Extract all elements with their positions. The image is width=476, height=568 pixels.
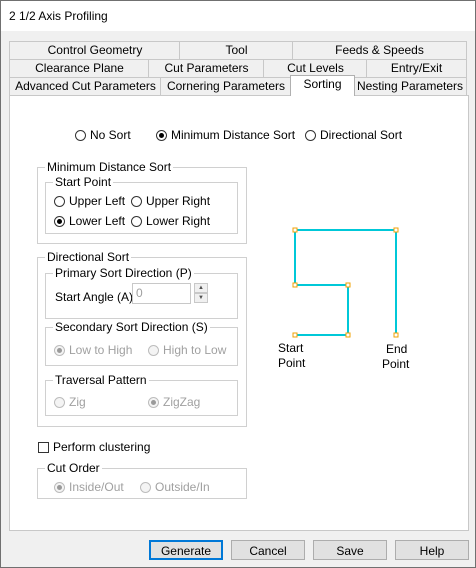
tab-nesting-parameters[interactable]: Nesting Parameters: [353, 77, 467, 95]
dialog-window: 2 1/2 Axis Profiling Control Geometry To…: [0, 0, 476, 568]
tab-tool[interactable]: Tool: [179, 41, 294, 59]
tab-advanced-cut-parameters[interactable]: Advanced Cut Parameters: [9, 77, 162, 95]
tab-cut-parameters[interactable]: Cut Parameters: [148, 59, 265, 77]
path-vertex-marker: [393, 227, 399, 233]
tab-feeds-speeds[interactable]: Feeds & Speeds: [292, 41, 467, 59]
path-vertex-marker: [292, 332, 298, 338]
tab-row-3: Advanced Cut Parameters Cornering Parame…: [9, 75, 467, 96]
save-button[interactable]: Save: [313, 540, 387, 560]
path-vertex-marker: [345, 282, 351, 288]
start-point-label-line1: Start: [278, 341, 304, 355]
end-point-label-line2: Point: [382, 357, 410, 371]
sort-path-diagram: [292, 227, 399, 338]
sorting-panel: No Sort Minimum Distance Sort Directiona…: [9, 95, 469, 531]
path-vertex-marker: [292, 282, 298, 288]
path-vertices: [292, 227, 399, 338]
tab-sorting[interactable]: Sorting: [290, 75, 355, 96]
help-button[interactable]: Help: [395, 540, 469, 560]
window-title: 2 1/2 Axis Profiling: [9, 9, 108, 23]
tab-row-2: Clearance Plane Cut Parameters Cut Level…: [9, 59, 467, 77]
tab-cornering-parameters[interactable]: Cornering Parameters: [160, 77, 292, 95]
tab-row-1: Control Geometry Tool Feeds & Speeds: [9, 41, 467, 59]
end-point-label-line1: End: [386, 342, 408, 356]
path-vertex-marker: [292, 227, 298, 233]
cancel-button[interactable]: Cancel: [231, 540, 305, 560]
tab-control-geometry[interactable]: Control Geometry: [9, 41, 181, 59]
path-vertex-marker: [345, 332, 351, 338]
path-vertex-marker: [393, 332, 399, 338]
start-point-label-line2: Point: [278, 356, 306, 370]
title-bar: 2 1/2 Axis Profiling: [1, 1, 475, 31]
tab-entry-exit[interactable]: Entry/Exit: [366, 59, 467, 77]
generate-button[interactable]: Generate: [149, 540, 223, 560]
tab-clearance-plane[interactable]: Clearance Plane: [9, 59, 150, 77]
